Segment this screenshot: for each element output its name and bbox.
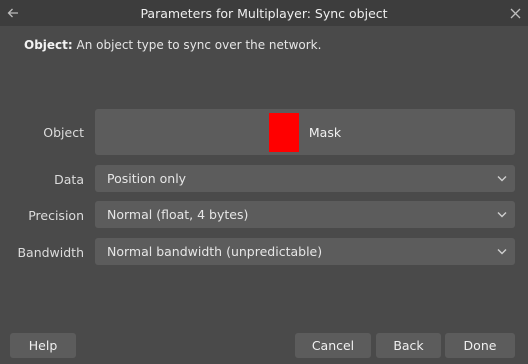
- help-button[interactable]: Help: [10, 333, 76, 358]
- data-label: Data: [54, 172, 84, 187]
- data-select-value: Position only: [107, 171, 187, 186]
- object-name: Mask: [308, 124, 342, 140]
- back-button[interactable]: Back: [376, 333, 441, 358]
- object-selector[interactable]: Mask: [95, 109, 515, 155]
- data-select[interactable]: Position only: [95, 165, 515, 192]
- title-bar: Parameters for Multiplayer: Sync object: [0, 0, 528, 26]
- description-term: Object:: [24, 38, 73, 52]
- chevron-down-icon: [495, 171, 509, 185]
- parameter-description: Object: An object type to sync over the …: [24, 38, 321, 52]
- chevron-down-icon: [495, 244, 509, 258]
- precision-select[interactable]: Normal (float, 4 bytes): [95, 201, 515, 228]
- window-title: Parameters for Multiplayer: Sync object: [140, 5, 388, 21]
- object-label: Object: [43, 125, 84, 140]
- description-text: An object type to sync over the network.: [76, 38, 322, 52]
- bandwidth-label: Bandwidth: [17, 245, 84, 260]
- chevron-down-icon: [495, 207, 509, 221]
- cancel-button[interactable]: Cancel: [295, 333, 371, 358]
- done-button[interactable]: Done: [445, 333, 515, 358]
- object-thumbnail: [268, 112, 299, 152]
- precision-select-value: Normal (float, 4 bytes): [107, 207, 249, 222]
- close-icon[interactable]: [502, 0, 528, 26]
- precision-label: Precision: [28, 208, 84, 223]
- arrow-left-icon[interactable]: [0, 0, 26, 26]
- bandwidth-select-value: Normal bandwidth (unpredictable): [107, 244, 323, 259]
- bandwidth-select[interactable]: Normal bandwidth (unpredictable): [95, 238, 515, 265]
